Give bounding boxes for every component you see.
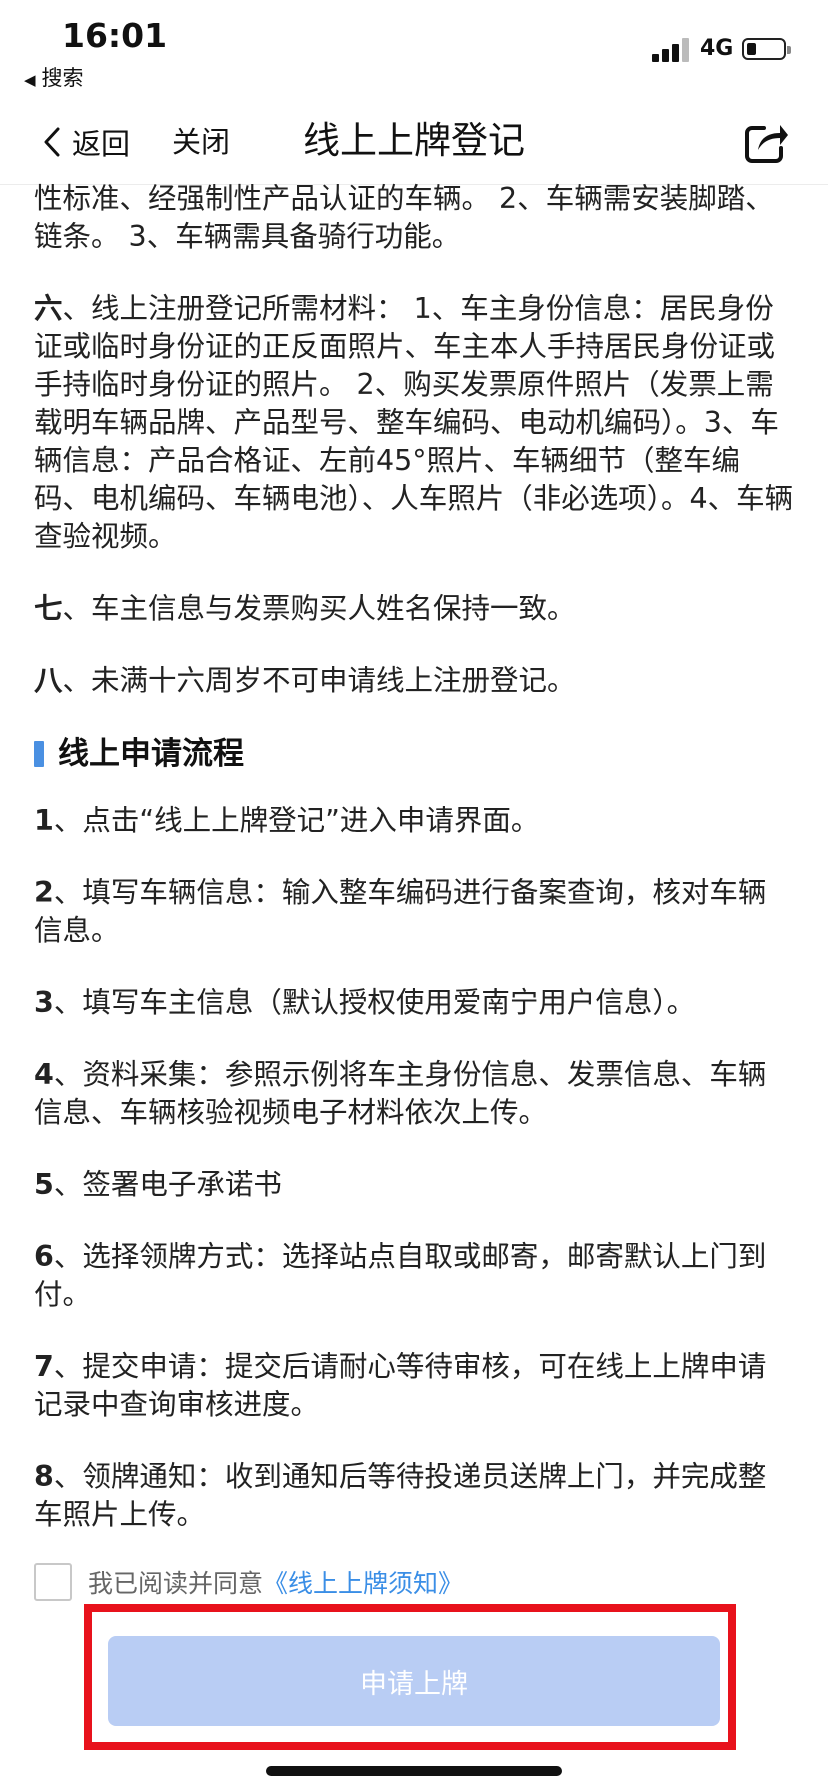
agreement-checkbox[interactable] xyxy=(34,1563,72,1601)
step-number: 7 xyxy=(34,1350,54,1383)
section-title: 线上申请流程 xyxy=(58,736,244,772)
back-to-app-link[interactable]: ◀ 搜索 xyxy=(24,62,84,92)
step-item: 2、填写车辆信息：输入整车编码进行备案查询，核对车辆信息。 xyxy=(34,874,794,950)
requirement-number: 八 xyxy=(34,664,63,697)
step-item: 5、签署电子承诺书 xyxy=(34,1166,794,1204)
requirement-item: 六、线上注册登记所需材料： 1、车主身份信息：居民身份证或临时身份证的正反面照片… xyxy=(34,290,794,556)
share-button[interactable] xyxy=(744,120,792,166)
step-item: 7、提交申请：提交后请耐心等待审核，可在线上上牌申请记录中查询审核进度。 xyxy=(34,1348,794,1424)
step-number: 1 xyxy=(34,804,54,837)
requirement-text: 、线上注册登记所需材料： 1、车主身份信息：居民身份证或临时身份证的正反面照片、… xyxy=(34,292,794,553)
step-text: 、选择领牌方式：选择站点自取或邮寄，邮寄默认上门到付。 xyxy=(34,1240,767,1311)
section-header: 线上申请流程 xyxy=(34,734,794,774)
battery-icon xyxy=(742,38,791,60)
status-time: 16:01 xyxy=(62,16,168,55)
home-indicator[interactable] xyxy=(266,1766,562,1776)
step-text: 、提交申请：提交后请耐心等待审核，可在线上上牌申请记录中查询审核进度。 xyxy=(34,1350,767,1421)
step-number: 3 xyxy=(34,986,54,1019)
step-item: 6、选择领牌方式：选择站点自取或邮寄，邮寄默认上门到付。 xyxy=(34,1238,794,1314)
requirement-text: 、未满十六周岁不可申请线上注册登记。 xyxy=(62,664,576,697)
requirement-number: 六 xyxy=(34,292,63,325)
step-number: 5 xyxy=(34,1168,54,1201)
signal-icon xyxy=(652,38,692,62)
nav-bar: 返回 关闭 线上上牌登记 xyxy=(0,100,828,185)
step-text: 、领牌通知：收到通知后等待投递员送牌上门，并完成整车照片上传。 xyxy=(34,1460,767,1531)
close-button[interactable]: 关闭 xyxy=(172,120,230,164)
step-text: 、填写车主信息（默认授权使用爱南宁用户信息）。 xyxy=(53,986,696,1019)
back-app-label: 搜索 xyxy=(41,66,84,90)
back-triangle-icon: ◀ xyxy=(24,71,36,89)
step-number: 8 xyxy=(34,1460,54,1493)
share-icon xyxy=(745,125,788,163)
agreement-row: 我已阅读并同意 《线上上牌须知》 xyxy=(34,1562,463,1602)
status-bar: 16:01 ◀ 搜索 4G xyxy=(0,0,828,100)
agreement-link[interactable]: 《线上上牌须知》 xyxy=(263,1564,463,1600)
requirement-item: 八、未满十六周岁不可申请线上注册登记。 xyxy=(34,662,794,700)
notice-content: 性标准、经强制性产品认证的车辆。 2、车辆需安装脚踏、链条。 3、车辆需具备骑行… xyxy=(34,180,794,1568)
step-text: 、点击“线上上牌登记”进入申请界面。 xyxy=(53,804,540,837)
apply-plate-button[interactable]: 申请上牌 xyxy=(108,1636,720,1726)
step-number: 4 xyxy=(34,1058,54,1091)
network-type: 4G xyxy=(700,36,734,61)
page-title: 线上上牌登记 xyxy=(303,119,525,162)
requirement-text: 、车主信息与发票购买人姓名保持一致。 xyxy=(62,592,576,625)
step-text: 、签署电子承诺书 xyxy=(53,1168,282,1201)
requirement-number: 七 xyxy=(34,592,63,625)
step-item: 4、资料采集：参照示例将车主身份信息、发票信息、车辆信息、车辆核验视频电子材料依… xyxy=(34,1056,794,1132)
requirement-item: 七、车主信息与发票购买人姓名保持一致。 xyxy=(34,590,794,628)
step-text: 、资料采集：参照示例将车主身份信息、发票信息、车辆信息、车辆核验视频电子材料依次… xyxy=(34,1058,767,1129)
step-item: 3、填写车主信息（默认授权使用爱南宁用户信息）。 xyxy=(34,984,794,1022)
section-accent-bar xyxy=(34,741,44,767)
chevron-left-icon xyxy=(44,127,60,157)
step-item: 1、点击“线上上牌登记”进入申请界面。 xyxy=(34,802,794,840)
step-item: 8、领牌通知：收到通知后等待投递员送牌上门，并完成整车照片上传。 xyxy=(34,1458,794,1534)
back-button[interactable]: 返回 xyxy=(44,120,130,164)
agreement-text: 我已阅读并同意 xyxy=(88,1569,264,1598)
content-paragraph: 性标准、经强制性产品认证的车辆。 2、车辆需安装脚踏、链条。 3、车辆需具备骑行… xyxy=(34,182,774,253)
step-text: 、填写车辆信息：输入整车编码进行备案查询，核对车辆信息。 xyxy=(34,876,767,947)
step-number: 2 xyxy=(34,876,54,909)
back-label: 返回 xyxy=(72,127,131,161)
step-number: 6 xyxy=(34,1240,54,1273)
